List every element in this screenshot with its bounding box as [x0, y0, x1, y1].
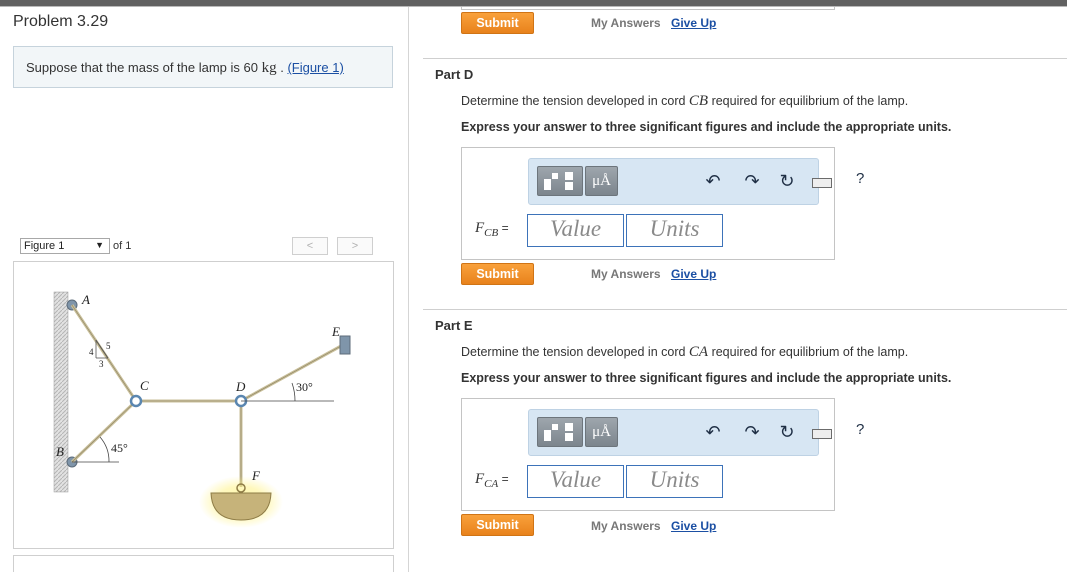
part-d-variable-label: FCB =: [475, 220, 509, 239]
part-d-question-prefix: Determine the tension developed in cord: [461, 94, 689, 108]
part-d-cord: CB: [688, 93, 709, 109]
templates-icon[interactable]: [537, 166, 583, 196]
part-e-title: Part E: [435, 318, 473, 333]
part-d-instruction: Express your answer to three significant…: [461, 120, 952, 134]
angle-45: 45°: [111, 441, 128, 455]
part-d-equals: =: [498, 221, 509, 235]
figure-link[interactable]: (Figure 1): [287, 60, 343, 75]
part-d-divider: [423, 58, 1067, 59]
part-d-var-sub: CB: [484, 227, 499, 239]
part-d-value-input[interactable]: Value: [527, 214, 624, 247]
support-e: [339, 335, 351, 355]
my-answers-link-c[interactable]: My Answers: [591, 16, 661, 30]
keyboard-icon[interactable]: [812, 178, 832, 188]
part-e-math-toolbar: μÅ ↶ ↷ ↻ ?: [528, 409, 864, 456]
problem-title: Problem 3.29: [13, 13, 109, 30]
my-answers-link-e[interactable]: My Answers: [591, 519, 661, 533]
label-b: B: [56, 444, 64, 459]
my-answers-link-d[interactable]: My Answers: [591, 267, 661, 281]
reset-icon[interactable]: ↻: [776, 170, 798, 192]
prompt-text: Suppose that the mass of the lamp is 60: [26, 60, 262, 75]
part-e-variable-label: FCA =: [475, 471, 509, 490]
part-d-answer-box: μÅ ↶ ↷ ↻ ? FCB = Value Units: [461, 147, 864, 260]
units-icon[interactable]: μÅ: [585, 166, 618, 196]
column-divider: [408, 7, 409, 572]
part-e-question: Determine the tension developed in cord …: [461, 344, 908, 361]
part-e-cord: CA: [688, 344, 709, 360]
angle-30: 30°: [296, 380, 313, 394]
part-e-instruction: Express your answer to three significant…: [461, 371, 952, 385]
part-e-question-suffix: required for equilibrium of the lamp.: [708, 345, 909, 359]
part-e-units-input[interactable]: Units: [626, 465, 723, 498]
figure-next-button[interactable]: >: [337, 237, 373, 255]
ring-c: [129, 394, 143, 408]
help-icon[interactable]: ?: [856, 421, 864, 438]
label-f: F: [251, 468, 261, 483]
part-d-units-input[interactable]: Units: [626, 214, 723, 247]
label-c: C: [140, 378, 149, 393]
part-e-question-prefix: Determine the tension developed in cord: [461, 345, 689, 359]
reset-icon[interactable]: ↻: [776, 421, 798, 443]
figure-panel: A B C D E F 4 5 3 30° 45°: [13, 261, 394, 549]
problem-prompt: Suppose that the mass of the lamp is 60 …: [13, 46, 393, 88]
figure-select-value: Figure 1: [24, 240, 65, 252]
part-e-equals: =: [498, 472, 509, 486]
part-e-divider: [423, 309, 1067, 310]
submit-button-d[interactable]: Submit: [461, 263, 534, 285]
part-e-var-sub: CA: [484, 478, 499, 490]
templates-icon[interactable]: [537, 417, 583, 447]
units-icon[interactable]: μÅ: [585, 417, 618, 447]
give-up-link-e[interactable]: Give Up: [671, 519, 716, 533]
give-up-link-c[interactable]: Give Up: [671, 16, 716, 30]
undo-icon[interactable]: ↶: [702, 170, 724, 192]
label-a: A: [81, 292, 90, 307]
part-e-var-main: F: [475, 471, 485, 487]
help-icon[interactable]: ?: [856, 170, 864, 187]
label-4: 4: [89, 347, 94, 357]
part-d-question-suffix: required for equilibrium of the lamp.: [708, 94, 909, 108]
part-e-answer-box: μÅ ↶ ↷ ↻ ? FCA = Value Units: [461, 398, 864, 511]
figure-panel-lower: [13, 555, 394, 572]
figure-select[interactable]: Figure 1 ▼: [20, 238, 110, 254]
label-d: D: [235, 379, 246, 394]
undo-icon[interactable]: ↶: [702, 421, 724, 443]
prompt-separator: .: [276, 60, 288, 75]
part-d-title: Part D: [435, 67, 474, 82]
figure-toolbar: Figure 1 ▼ of 1 < >: [13, 236, 394, 258]
redo-icon[interactable]: ↷: [741, 170, 763, 192]
part-d-var-main: F: [475, 220, 485, 236]
label-5: 5: [106, 341, 111, 351]
redo-icon[interactable]: ↷: [741, 421, 763, 443]
previous-answer-box-edge: [461, 7, 835, 10]
left-wall: [53, 291, 69, 493]
give-up-link-d[interactable]: Give Up: [671, 267, 716, 281]
figure-count: of 1: [113, 240, 132, 252]
label-e: E: [331, 324, 340, 339]
chevron-down-icon: ▼: [95, 240, 104, 250]
prompt-unit: kg: [261, 60, 277, 76]
part-d-question: Determine the tension developed in cord …: [461, 93, 908, 110]
label-3: 3: [99, 359, 104, 369]
figure-diagram: A B C D E F 4 5 3 30° 45°: [53, 291, 351, 528]
submit-button-e[interactable]: Submit: [461, 514, 534, 536]
submit-button-c[interactable]: Submit: [461, 12, 534, 34]
keyboard-icon[interactable]: [812, 429, 832, 439]
figure-prev-button[interactable]: <: [292, 237, 328, 255]
part-e-value-input[interactable]: Value: [527, 465, 624, 498]
part-d-math-toolbar: μÅ ↶ ↷ ↻ ?: [528, 158, 864, 205]
